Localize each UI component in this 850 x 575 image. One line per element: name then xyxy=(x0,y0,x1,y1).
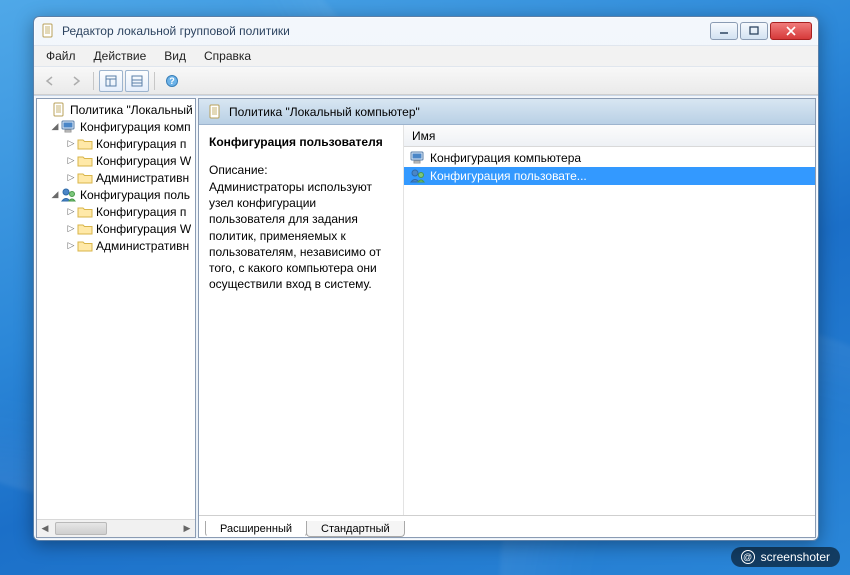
menu-view[interactable]: Вид xyxy=(156,47,194,65)
expand-icon[interactable]: ▷ xyxy=(65,138,77,149)
tree-item[interactable]: ▷ Конфигурация W xyxy=(37,152,195,169)
toolbar-separator xyxy=(93,72,94,90)
tree-item[interactable]: ▷ Административн xyxy=(37,169,195,186)
tree-root[interactable]: ▸ Политика "Локальный xyxy=(37,101,195,118)
scroll-thumb[interactable] xyxy=(55,522,107,535)
tree-computer-config[interactable]: ◢ Конфигурация комп xyxy=(37,118,195,135)
computer-icon xyxy=(61,119,77,135)
list-row[interactable]: Конфигурация пользовате... xyxy=(404,167,815,185)
minimize-button[interactable] xyxy=(710,22,738,40)
tree-item[interactable]: ▷ Конфигурация W xyxy=(37,220,195,237)
policy-icon xyxy=(207,104,223,120)
user-icon xyxy=(410,168,426,184)
list-column: Имя Конфигурация компьютера Конфигурация… xyxy=(404,125,815,515)
watermark-label: screenshoter xyxy=(761,550,830,564)
description-body: Администраторы используют узел конфигура… xyxy=(209,179,393,292)
expand-icon[interactable]: ▷ xyxy=(65,223,77,234)
folder-icon xyxy=(77,221,93,237)
column-name: Имя xyxy=(412,129,435,143)
list-row[interactable]: Конфигурация компьютера xyxy=(404,149,815,167)
menu-action[interactable]: Действие xyxy=(86,47,155,65)
menu-help[interactable]: Справка xyxy=(196,47,259,65)
folder-icon xyxy=(77,136,93,152)
list-column-header[interactable]: Имя xyxy=(404,125,815,147)
list-item-label: Конфигурация компьютера xyxy=(430,151,581,165)
tab-standard[interactable]: Стандартный xyxy=(306,521,405,537)
tree-item[interactable]: ▷ Административн xyxy=(37,237,195,254)
details-header: Политика "Локальный компьютер" xyxy=(199,99,815,125)
nav-forward-button[interactable] xyxy=(64,70,88,92)
details-pane: Политика "Локальный компьютер" Конфигура… xyxy=(198,98,816,538)
tree-item[interactable]: ▷ Конфигурация п xyxy=(37,203,195,220)
app-icon xyxy=(40,23,56,39)
menubar: Файл Действие Вид Справка xyxy=(34,45,818,67)
toolbar-help-button[interactable]: ? xyxy=(160,70,184,92)
collapse-icon[interactable]: ◢ xyxy=(49,121,61,132)
close-button[interactable] xyxy=(770,22,812,40)
tabstrip: Расширенный Стандартный xyxy=(199,515,815,537)
expand-icon[interactable]: ▷ xyxy=(65,172,77,183)
policy-icon xyxy=(51,102,67,118)
app-window: Редактор локальной групповой политики Фа… xyxy=(33,16,819,541)
folder-icon xyxy=(77,153,93,169)
user-icon xyxy=(61,187,77,203)
tree-item[interactable]: ▷ Конфигурация п xyxy=(37,135,195,152)
description-label: Описание: xyxy=(209,163,393,177)
window-title: Редактор локальной групповой политики xyxy=(62,24,710,38)
expand-icon[interactable]: ▷ xyxy=(65,155,77,166)
content-area: ▸ Политика "Локальный ◢ Конфигурация ком… xyxy=(34,95,818,540)
folder-icon xyxy=(77,170,93,186)
tree-pane: ▸ Политика "Локальный ◢ Конфигурация ком… xyxy=(36,98,196,538)
scroll-right-icon[interactable]: ▶ xyxy=(179,520,195,537)
selection-heading: Конфигурация пользователя xyxy=(209,135,393,149)
svg-text:?: ? xyxy=(169,76,175,86)
at-icon: @ xyxy=(741,550,755,564)
menu-file[interactable]: Файл xyxy=(38,47,84,65)
toolbar-list-button[interactable] xyxy=(125,70,149,92)
collapse-icon[interactable]: ◢ xyxy=(49,189,61,200)
list-items: Конфигурация компьютера Конфигурация пол… xyxy=(404,147,815,187)
nav-back-button[interactable] xyxy=(38,70,62,92)
toolbar: ? xyxy=(34,67,818,95)
tab-extended[interactable]: Расширенный xyxy=(205,521,307,537)
tree-horizontal-scrollbar[interactable]: ◀ ▶ xyxy=(37,519,195,537)
titlebar: Редактор локальной групповой политики xyxy=(34,17,818,45)
folder-icon xyxy=(77,238,93,254)
description-column: Конфигурация пользователя Описание: Адми… xyxy=(199,125,404,515)
tree-user-config[interactable]: ◢ Конфигурация поль xyxy=(37,186,195,203)
expand-icon[interactable]: ▷ xyxy=(65,240,77,251)
toolbar-separator xyxy=(154,72,155,90)
maximize-button[interactable] xyxy=(740,22,768,40)
watermark: @ screenshoter xyxy=(731,547,840,567)
details-header-title: Политика "Локальный компьютер" xyxy=(229,105,420,119)
tree[interactable]: ▸ Политика "Локальный ◢ Конфигурация ком… xyxy=(37,99,195,519)
toolbar-details-button[interactable] xyxy=(99,70,123,92)
computer-icon xyxy=(410,150,426,166)
expand-icon[interactable]: ▷ xyxy=(65,206,77,217)
scroll-left-icon[interactable]: ◀ xyxy=(37,520,53,537)
folder-icon xyxy=(77,204,93,220)
list-item-label: Конфигурация пользовате... xyxy=(430,169,587,183)
